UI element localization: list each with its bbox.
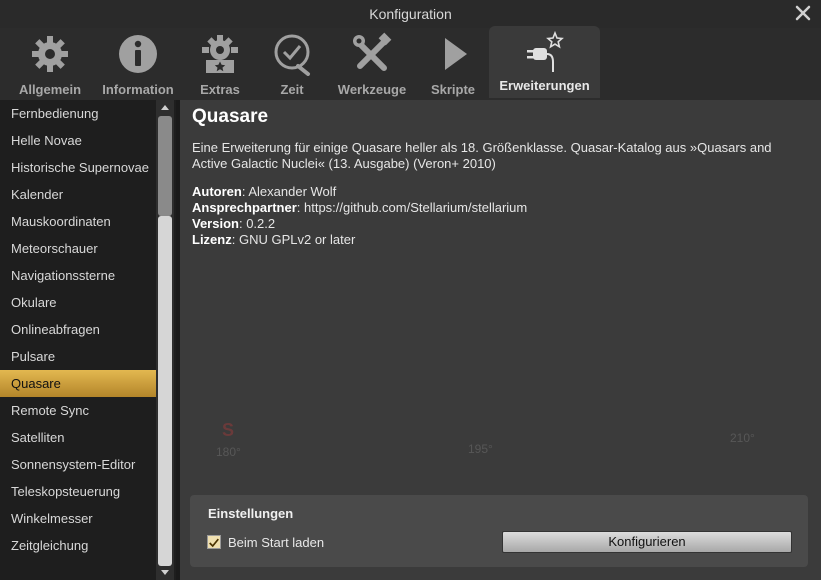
sidebar-item-navigationssterne[interactable]: Navigationssterne bbox=[0, 262, 156, 289]
sidebar-item-historische-supernovae[interactable]: Historische Supernovae bbox=[0, 154, 156, 181]
gear-icon bbox=[32, 36, 68, 72]
license-value: GNU GPLv2 or later bbox=[238, 232, 356, 247]
sidebar-item-fernbedienung[interactable]: Fernbedienung bbox=[0, 100, 156, 127]
background-degree-195: 195° bbox=[468, 442, 493, 456]
sidebar-item-zeitgleichung[interactable]: Zeitgleichung bbox=[0, 532, 156, 559]
checkmark-icon bbox=[209, 538, 219, 548]
extras-gear-star-icon bbox=[202, 35, 238, 73]
tab-information[interactable]: Information bbox=[96, 28, 180, 100]
scroll-track[interactable] bbox=[158, 216, 172, 566]
configure-button[interactable]: Konfigurieren bbox=[502, 531, 792, 553]
version-value: 0.2.2 bbox=[246, 216, 276, 231]
contact-row: Ansprechpartner: https://github.com/Stel… bbox=[192, 200, 528, 215]
sidebar-item-meteorschauer[interactable]: Meteorschauer bbox=[0, 235, 156, 262]
tab-zeit[interactable]: Zeit bbox=[262, 28, 322, 100]
background-compass-s: S bbox=[222, 420, 235, 440]
sidebar-item-mauskoordinaten[interactable]: Mauskoordinaten bbox=[0, 208, 156, 235]
scroll-thumb[interactable] bbox=[158, 116, 172, 216]
clock-icon bbox=[274, 34, 310, 76]
sidebar-item-winkelmesser[interactable]: Winkelmesser bbox=[0, 505, 156, 532]
tools-icon bbox=[353, 32, 392, 71]
sidebar-item-onlineabfragen[interactable]: Onlineabfragen bbox=[0, 316, 156, 343]
window-title: Konfiguration bbox=[369, 6, 452, 22]
tab-extras[interactable]: Extras bbox=[186, 28, 254, 100]
title-bar: Konfiguration bbox=[0, 0, 821, 28]
plugin-description: Eine Erweiterung für einige Quasare hell… bbox=[192, 140, 772, 171]
settings-box: Einstellungen Beim Start laden Konfiguri… bbox=[190, 495, 808, 567]
sidebar-item-sonnensystem-editor[interactable]: Sonnensystem-Editor bbox=[0, 451, 156, 478]
sidebar-item-teleskopsteuerung[interactable]: Teleskopsteuerung bbox=[0, 478, 156, 505]
authors-value: Alexander Wolf bbox=[248, 184, 337, 199]
sidebar-item-quasare[interactable]: Quasare bbox=[0, 370, 156, 397]
sidebar-item-satelliten[interactable]: Satelliten bbox=[0, 424, 156, 451]
load-at-start-label: Beim Start laden bbox=[228, 535, 325, 550]
plugin-title: Quasare bbox=[192, 106, 269, 127]
tab-erweiterungen[interactable]: Erweiterungen bbox=[489, 26, 600, 98]
sidebar-item-remote-sync[interactable]: Remote Sync bbox=[0, 397, 156, 424]
license-row: Lizenz: GNU GPLv2 or later bbox=[192, 232, 356, 247]
background-degree-210: 210° bbox=[730, 431, 755, 445]
sidebar-item-okulare[interactable]: Okulare bbox=[0, 289, 156, 316]
plugin-list: Fernbedienung Helle Novae Historische Su… bbox=[0, 100, 156, 580]
sidebar-scrollbar[interactable] bbox=[156, 100, 174, 580]
scroll-up-icon[interactable] bbox=[156, 100, 174, 114]
sidebar-item-helle-novae[interactable]: Helle Novae bbox=[0, 127, 156, 154]
plugin-detail-panel: S 180° 195° 210° Quasare Eine Erweiterun… bbox=[180, 100, 821, 580]
sidebar: Fernbedienung Helle Novae Historische Su… bbox=[0, 100, 176, 580]
tab-bar: Allgemein Information Extras Zeit Werkze… bbox=[0, 26, 821, 100]
scroll-down-icon[interactable] bbox=[156, 566, 174, 580]
sidebar-item-kalender[interactable]: Kalender bbox=[0, 181, 156, 208]
plugin-star-icon bbox=[526, 30, 564, 72]
version-row: Version: 0.2.2 bbox=[192, 216, 276, 231]
load-at-start-checkbox[interactable] bbox=[207, 535, 221, 549]
tab-werkzeuge[interactable]: Werkzeuge bbox=[332, 28, 412, 100]
background-degree-180: 180° bbox=[216, 445, 241, 459]
tab-skripte[interactable]: Skripte bbox=[422, 28, 484, 100]
sidebar-item-pulsare[interactable]: Pulsare bbox=[0, 343, 156, 370]
settings-title: Einstellungen bbox=[208, 506, 294, 521]
tab-allgemein[interactable]: Allgemein bbox=[10, 28, 90, 100]
close-icon[interactable] bbox=[793, 3, 813, 23]
contact-value: https://github.com/Stellarium/stellarium bbox=[303, 200, 528, 215]
info-icon bbox=[119, 35, 157, 73]
play-icon bbox=[445, 38, 467, 70]
authors-row: Autoren: Alexander Wolf bbox=[192, 184, 337, 199]
